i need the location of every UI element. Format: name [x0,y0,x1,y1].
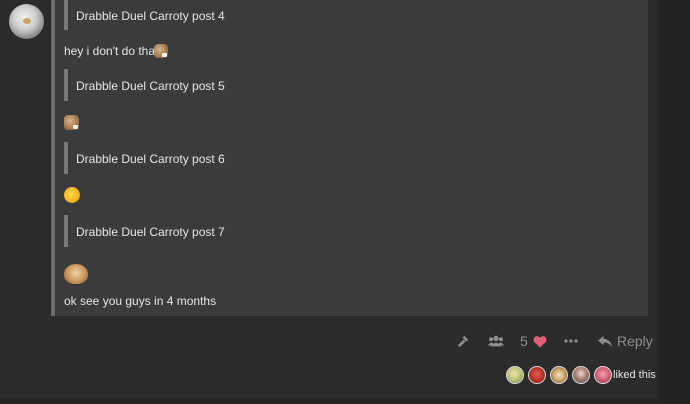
liker-avatar-4[interactable] [572,366,590,384]
liker-avatar-3[interactable] [550,366,568,384]
author-avatar[interactable] [9,4,44,39]
dog-emoji [64,115,79,130]
reply-arrow-icon [598,335,612,347]
liker-avatar-5[interactable] [594,366,612,384]
more-icon [564,339,578,343]
scroll-gutter [658,0,690,404]
topic-page: Drabble Duel Carroty post 4 hey i don't … [0,0,690,404]
hammer-icon [457,335,469,347]
chick-emoji [64,187,80,203]
liker-avatar-2[interactable] [528,366,546,384]
quote-block: Drabble Duel Carroty post 4 [64,0,636,30]
dog-emoji [154,44,168,58]
avatar-bird-beak [23,18,31,24]
quote-block: Drabble Duel Carroty post 6 [64,142,636,174]
post-separator [0,398,658,404]
post-text: hey i don't do that [64,44,159,58]
like-count: 5 [520,333,528,349]
quote-text: Drabble Duel Carroty post 4 [76,9,225,23]
post-actions: 5 Reply [440,330,660,352]
heart-icon [533,335,547,348]
admin-button[interactable] [456,330,474,352]
reply-label: Reply [617,333,653,349]
reply-button[interactable]: Reply [598,330,658,352]
post-text-line: hey i don't do that [64,44,158,58]
quote-text: Drabble Duel Carroty post 7 [76,225,225,239]
liker-avatar-1[interactable] [506,366,524,384]
post-text-line: ok see you guys in 4 months [64,294,216,308]
quote-block: Drabble Duel Carroty post 5 [64,69,636,101]
post-left-border [51,0,55,316]
post-text: ok see you guys in 4 months [64,294,217,308]
liked-this-label: liked this [613,369,656,381]
participants-button[interactable] [488,330,506,352]
hamster-emoji [64,264,88,284]
quote-block: Drabble Duel Carroty post 7 [64,215,636,247]
quote-text: Drabble Duel Carroty post 5 [76,79,225,93]
users-icon [488,335,504,347]
like-button[interactable]: 5 [520,330,550,352]
quote-text: Drabble Duel Carroty post 6 [76,152,225,166]
more-button[interactable] [564,330,580,352]
liked-by-row: liked this [506,366,666,386]
